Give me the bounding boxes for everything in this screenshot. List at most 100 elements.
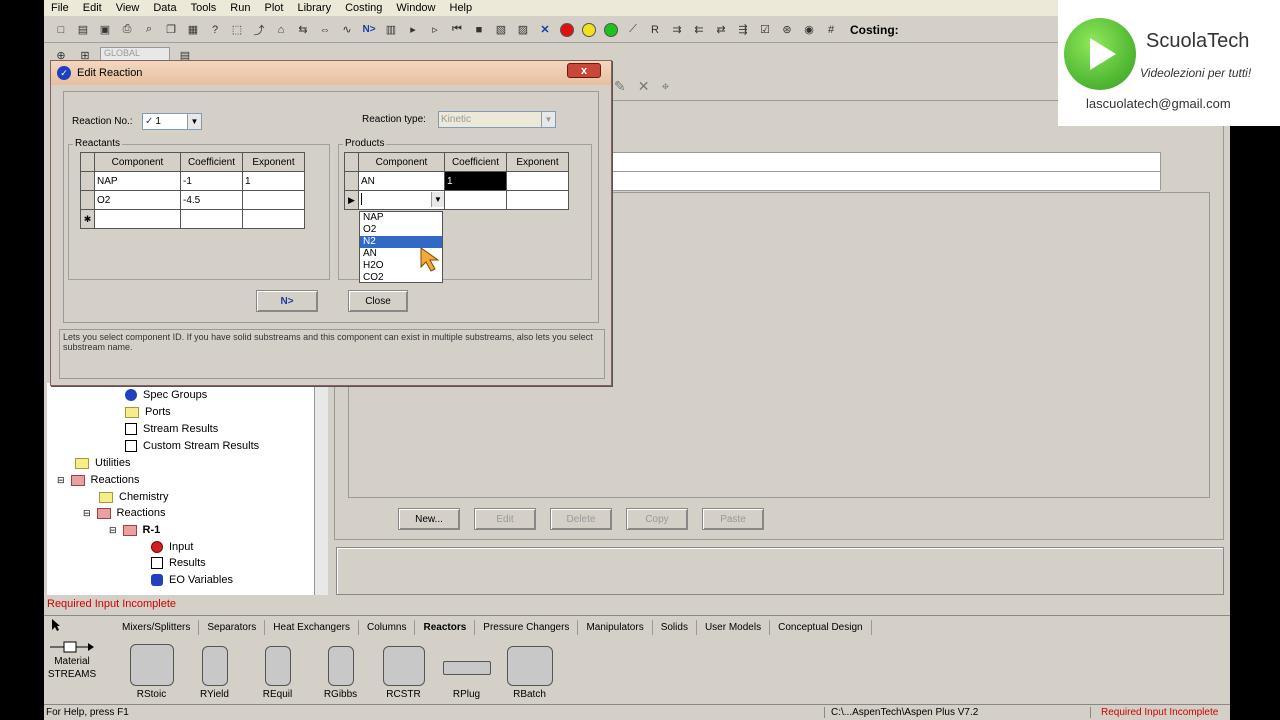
collapse-icon[interactable]: ⊟ <box>83 508 91 519</box>
grid-icon[interactable]: # <box>822 21 840 39</box>
table-row-new[interactable]: ✱ <box>80 209 305 229</box>
red-light-icon[interactable] <box>558 21 576 39</box>
chevron-down-icon[interactable]: ▼ <box>187 114 201 129</box>
menu-run[interactable]: Run <box>223 2 257 14</box>
menu-help[interactable]: Help <box>443 2 480 14</box>
menu-data[interactable]: Data <box>146 2 183 14</box>
chevron-down-icon[interactable]: ▼ <box>431 192 444 207</box>
tab-conceptual-design[interactable]: Conceptual Design <box>770 620 872 635</box>
reinit-icon[interactable]: ⏮ <box>448 21 466 39</box>
reactant-coefficient[interactable]: -4.5 <box>180 190 243 210</box>
split-icon[interactable]: ⇉ <box>668 21 686 39</box>
tree-item-reactions[interactable]: ⊟ Reactions <box>57 472 139 488</box>
product-component-dropdown[interactable]: ▼ <box>358 190 445 210</box>
tab-heat-exchangers[interactable]: Heat Exchangers <box>265 620 359 635</box>
paste-icon[interactable]: ▦ <box>184 21 202 39</box>
table-row[interactable]: AN 1 <box>344 171 569 191</box>
open-folder-icon[interactable]: ▤ <box>74 21 92 39</box>
unit-rstoic[interactable]: RStoic <box>120 638 183 700</box>
tree-scrollbar[interactable] <box>314 383 328 595</box>
list-item[interactable]: O2 <box>360 224 442 236</box>
properties-icon[interactable]: ◉ <box>800 21 818 39</box>
new-file-icon[interactable]: □ <box>52 21 70 39</box>
list-item[interactable]: CO2 <box>360 272 442 284</box>
menu-file[interactable]: File <box>44 2 76 14</box>
unit-requil[interactable]: REquil <box>246 638 309 700</box>
new-button[interactable]: New... <box>398 508 460 530</box>
flow-icon[interactable]: ⇶ <box>734 21 752 39</box>
cancel-icon[interactable]: ✕ <box>638 78 650 95</box>
product-component[interactable]: AN <box>358 171 445 191</box>
close-icon[interactable]: x <box>567 63 601 78</box>
reactant-exponent[interactable] <box>242 190 305 210</box>
tree-item-ports[interactable]: Ports <box>125 404 171 420</box>
plot-icon[interactable]: ⟋ <box>624 21 642 39</box>
tree-item-chemistry[interactable]: Chemistry <box>99 489 169 505</box>
tree-item-custom-stream-results[interactable]: Custom Stream Results <box>125 438 259 454</box>
tab-solids[interactable]: Solids <box>653 620 697 635</box>
align-icon[interactable]: ⇔ <box>316 21 334 39</box>
table-row[interactable]: NAP -1 1 <box>80 171 305 191</box>
delete-button[interactable]: Delete <box>550 508 612 530</box>
paste-button[interactable]: Paste <box>702 508 764 530</box>
reaction-type-select[interactable]: Kinetic ▼ <box>438 111 556 128</box>
tab-separators[interactable]: Separators <box>199 620 266 635</box>
tab-manipulators[interactable]: Manipulators <box>578 620 653 635</box>
tree-item-spec-groups[interactable]: Spec Groups <box>125 387 207 403</box>
model-icon[interactable]: R <box>646 21 664 39</box>
analyzer-icon[interactable]: ⊛ <box>778 21 796 39</box>
collapse-icon[interactable]: ⊟ <box>109 525 117 536</box>
copy-icon[interactable]: ❐ <box>162 21 180 39</box>
data-browser-icon[interactable]: ▥ <box>382 21 400 39</box>
tree-item-r1[interactable]: ⊟ R-1 <box>109 522 160 538</box>
menu-costing[interactable]: Costing <box>338 2 389 14</box>
flowsheet-icon[interactable]: ⬚ <box>228 21 246 39</box>
print-icon[interactable]: ⎙ <box>118 21 136 39</box>
collapse-icon[interactable]: ⊟ <box>57 475 65 486</box>
table-row[interactable]: O2 -4.5 <box>80 190 305 210</box>
close-x-icon[interactable]: ✕ <box>536 21 554 39</box>
edit-button[interactable]: Edit <box>474 508 536 530</box>
reroute-icon[interactable]: ⇆ <box>294 21 312 39</box>
merge-icon[interactable]: ⇇ <box>690 21 708 39</box>
menu-tools[interactable]: Tools <box>184 2 224 14</box>
reactant-component[interactable]: NAP <box>94 171 181 191</box>
tree-item-input[interactable]: Input <box>151 539 193 555</box>
reactant-coefficient[interactable]: -1 <box>180 171 243 191</box>
arrows-icon[interactable]: ⇄ <box>712 21 730 39</box>
tab-columns[interactable]: Columns <box>359 620 416 635</box>
control-panel-icon[interactable]: ▨ <box>514 21 532 39</box>
yellow-light-icon[interactable] <box>580 21 598 39</box>
tree-item-reactions-sub[interactable]: ⊟ Reactions <box>83 505 165 521</box>
print-preview-icon[interactable]: ⌕ <box>140 21 158 39</box>
close-button[interactable]: Close <box>348 290 408 312</box>
tree-item-utilities[interactable]: Utilities <box>75 455 130 471</box>
unit-rgibbs[interactable]: RGibbs <box>309 638 372 700</box>
copy-button[interactable]: Copy <box>626 508 688 530</box>
tab-mixers-splitters[interactable]: Mixers/Splitters <box>114 620 200 635</box>
reactant-component[interactable]: O2 <box>94 190 181 210</box>
stream-icon[interactable]: ⤴ <box>250 21 268 39</box>
unit-rbatch[interactable]: RBatch <box>498 638 561 700</box>
reactant-exponent[interactable]: 1 <box>242 171 305 191</box>
menu-window[interactable]: Window <box>389 2 442 14</box>
run-icon[interactable]: ▸ <box>404 21 422 39</box>
tab-user-models[interactable]: User Models <box>697 620 771 635</box>
menu-plot[interactable]: Plot <box>257 2 290 14</box>
pin-icon[interactable]: ⌖ <box>661 78 669 95</box>
menu-edit[interactable]: Edit <box>76 2 109 14</box>
next-icon[interactable]: N> <box>360 21 378 39</box>
block-icon[interactable]: ⌂ <box>272 21 290 39</box>
tree-item-eo-variables[interactable]: EO Variables <box>151 572 233 588</box>
green-light-icon[interactable] <box>602 21 620 39</box>
step-icon[interactable]: ▹ <box>426 21 444 39</box>
menu-library[interactable]: Library <box>290 2 338 14</box>
reaction-no-select[interactable]: ✓ 1 ▼ <box>142 113 202 130</box>
save-icon[interactable]: ▣ <box>96 21 114 39</box>
stop-icon[interactable]: ■ <box>470 21 488 39</box>
pencil-icon[interactable]: ✎ <box>614 78 626 95</box>
tab-reactors[interactable]: Reactors <box>415 620 476 635</box>
product-exponent[interactable] <box>506 171 569 191</box>
unit-rplug[interactable]: RPlug <box>435 638 498 700</box>
unit-rcstr[interactable]: RCSTR <box>372 638 435 700</box>
